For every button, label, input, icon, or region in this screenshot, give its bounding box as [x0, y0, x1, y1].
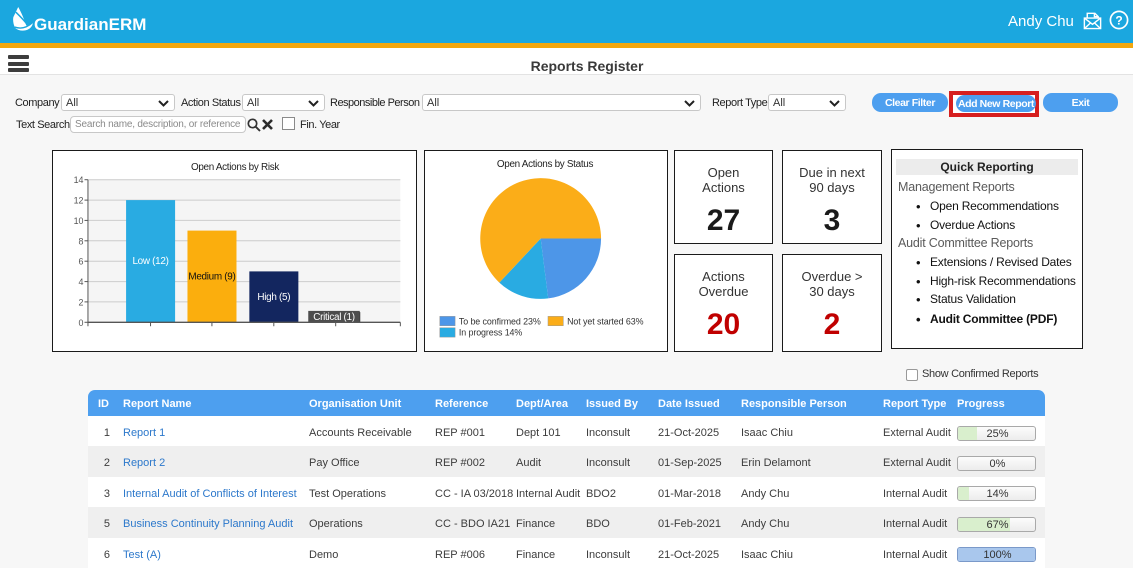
svg-text:Medium (9): Medium (9)	[188, 272, 235, 283]
svg-text:0: 0	[79, 318, 84, 328]
svg-text:2: 2	[79, 297, 84, 307]
svg-text:8: 8	[79, 236, 84, 246]
svg-text:14: 14	[74, 175, 84, 185]
svg-text:10: 10	[74, 216, 84, 226]
svg-text:12: 12	[74, 196, 84, 206]
svg-text:Not yet started 63%: Not yet started 63%	[567, 316, 644, 326]
svg-text:Open Actions by Risk: Open Actions by Risk	[191, 162, 279, 173]
svg-text:To be confirmed 23%: To be confirmed 23%	[459, 316, 541, 326]
svg-text:Critical (1): Critical (1)	[313, 312, 355, 323]
svg-text:?: ?	[1115, 13, 1122, 27]
svg-text:6: 6	[79, 257, 84, 267]
svg-text:4: 4	[79, 277, 84, 287]
svg-text:High (5): High (5)	[257, 292, 290, 303]
svg-text:Low (12): Low (12)	[132, 256, 168, 267]
svg-text:In progress 14%: In progress 14%	[459, 328, 523, 338]
svg-text:Open Actions by Status: Open Actions by Status	[497, 159, 594, 170]
